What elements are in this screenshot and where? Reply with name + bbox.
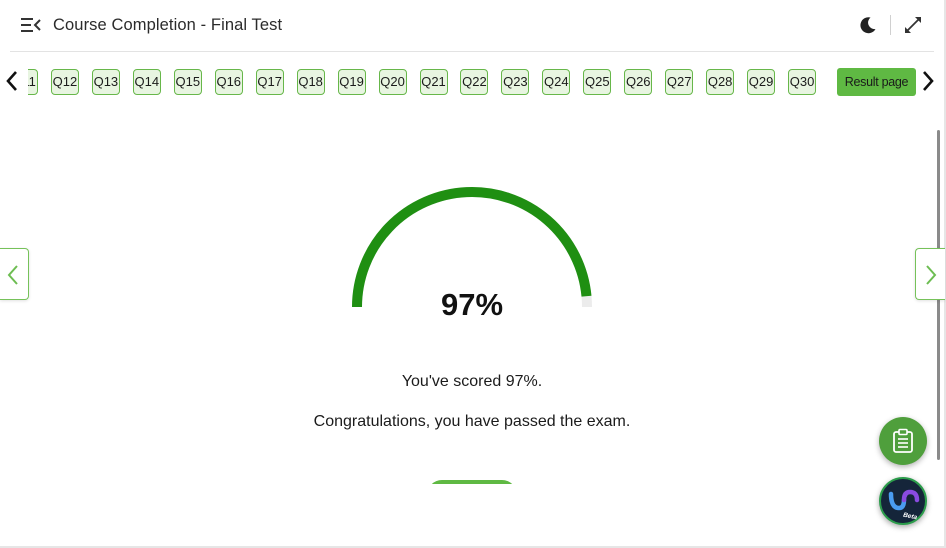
result-page-button[interactable]: Result page (837, 68, 916, 96)
question-button-q28[interactable]: Q28 (706, 69, 735, 95)
question-button-q12[interactable]: Q12 (50, 69, 79, 95)
header: Course Completion - Final Test (0, 0, 944, 52)
score-value: 97% (440, 287, 504, 322)
menu-collapse-icon[interactable] (20, 15, 42, 35)
moon-icon[interactable] (858, 15, 878, 35)
question-button-q27[interactable]: Q27 (665, 69, 694, 95)
question-button-q17[interactable]: Q17 (255, 69, 284, 95)
next-page-button[interactable] (915, 248, 945, 300)
question-button-q22[interactable]: Q22 (460, 69, 489, 95)
question-button-q20[interactable]: Q20 (378, 69, 407, 95)
question-button-q24[interactable]: Q24 (542, 69, 571, 95)
expand-icon[interactable] (903, 15, 923, 35)
score-message: You've scored 97%. (401, 373, 543, 390)
question-button-q19[interactable]: Q19 (337, 69, 366, 95)
question-list: Q30 Q29 Q28 Q27 Q26 Q25 Q24 Q23 Q22 Q21 Q20 Q19 Q18 Q… (28, 66, 916, 98)
clipboard-icon (893, 428, 913, 453)
question-button-q16[interactable]: Q16 (214, 69, 243, 95)
chevron-left-icon[interactable] (4, 69, 20, 93)
question-button-q21[interactable]: Q21 (419, 69, 448, 95)
pass-message: Congratulations, you have passed the exa… (313, 413, 631, 430)
question-button-q25[interactable]: Q25 (583, 69, 612, 95)
chevron-left-icon (7, 265, 18, 285)
chevron-right-icon[interactable] (920, 69, 936, 93)
assistant-button[interactable]: Beta (879, 477, 927, 525)
question-button-q30[interactable]: Q30 (788, 69, 817, 95)
question-button-q15[interactable]: Q15 (173, 69, 202, 95)
question-navigator: Q30 Q29 Q28 Q27 Q26 Q25 Q24 Q23 Q22 Q21 Q20 Q19 Q18 Q… (0, 66, 944, 98)
question-button-q11[interactable]: Q11 (28, 69, 38, 95)
previous-page-button[interactable] (0, 248, 29, 300)
question-button-q26[interactable]: Q26 (624, 69, 653, 95)
header-divider (890, 15, 891, 35)
question-button-q29[interactable]: Q29 (747, 69, 776, 95)
beta-badge: Beta (902, 511, 918, 522)
chevron-right-icon (926, 265, 937, 285)
assistant-logo-icon (888, 489, 920, 511)
question-button-q18[interactable]: Q18 (296, 69, 325, 95)
notes-button[interactable] (879, 417, 927, 465)
partial-button[interactable] (427, 480, 517, 484)
question-button-q13[interactable]: Q13 (91, 69, 120, 95)
question-button-q14[interactable]: Q14 (132, 69, 161, 95)
header-underline (10, 51, 934, 52)
question-button-q23[interactable]: Q23 (501, 69, 530, 95)
page-title: Course Completion - Final Test (53, 16, 283, 34)
